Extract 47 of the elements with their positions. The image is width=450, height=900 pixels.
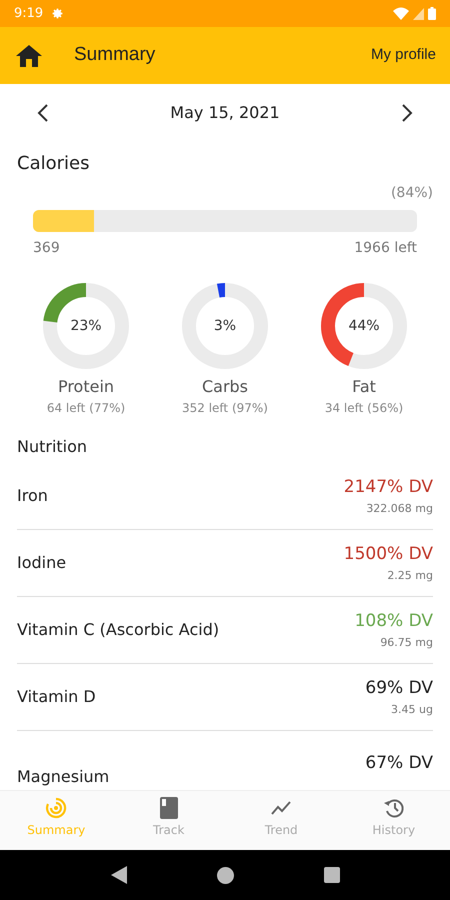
nutrient-name: Magnesium — [17, 766, 110, 788]
section-heading: Calories — [17, 152, 90, 176]
book-icon — [160, 797, 178, 819]
app-title: Summary — [74, 43, 156, 68]
macro-name: Fat — [352, 376, 376, 398]
nutrient-name: Vitamin D — [17, 686, 96, 708]
calories-consumed: 369 — [33, 239, 60, 258]
macro-percent: 3% — [214, 316, 236, 336]
status-time: 9:19 — [14, 4, 44, 23]
nav-tab[interactable]: Track — [112, 791, 225, 850]
back-icon[interactable] — [110, 866, 126, 884]
home-icon[interactable] — [16, 44, 42, 66]
nav-tab[interactable]: Summary — [0, 791, 112, 850]
nutrient-amount: 3.45 ug — [391, 702, 433, 718]
signal-icon — [413, 8, 424, 20]
history-icon — [382, 797, 405, 819]
nutrient-amount: 2.25 mg — [387, 568, 433, 584]
nav-tab[interactable]: Trend — [225, 791, 338, 850]
calories-percent: (84%) — [390, 184, 433, 203]
macro-percent: 44% — [348, 316, 380, 336]
macro-detail: 64 left (77%) — [46, 400, 126, 417]
nav-tab[interactable]: History — [338, 791, 450, 850]
nutrient-name: Iodine — [17, 552, 66, 574]
macro-name: Carbs — [202, 376, 248, 398]
section-heading: Nutrition — [17, 436, 88, 458]
target-icon — [45, 797, 68, 819]
macro-percent: 23% — [70, 316, 102, 336]
recents-icon[interactable] — [324, 867, 340, 883]
daily-value: 1500% DV — [344, 543, 433, 566]
battery-icon — [428, 7, 436, 20]
settings-icon — [51, 7, 64, 20]
wifi-icon — [393, 7, 409, 20]
my-profile-link[interactable]: My profile — [370, 44, 436, 67]
macro-name: Protein — [58, 376, 114, 398]
daily-value: 67% DV — [365, 752, 433, 776]
calories-left: 1966 left — [354, 239, 417, 258]
date-label: May 15, 2021 — [170, 102, 280, 124]
nutrient-amount: 322.068 mg — [366, 500, 433, 516]
daily-value: 69% DV — [365, 677, 433, 700]
macro-detail: 34 left (56%) — [324, 400, 404, 417]
nutrient-name: Iron — [17, 485, 48, 507]
daily-value: 2147% DV — [344, 476, 433, 499]
nutrient-name: Vitamin C (Ascorbic Acid) — [17, 619, 220, 641]
daily-value: 108% DV — [354, 610, 433, 633]
home-button-icon[interactable] — [216, 866, 234, 884]
macro-detail: 352 left (97%) — [182, 400, 268, 417]
nutrient-amount: 96.75 mg — [380, 634, 433, 650]
